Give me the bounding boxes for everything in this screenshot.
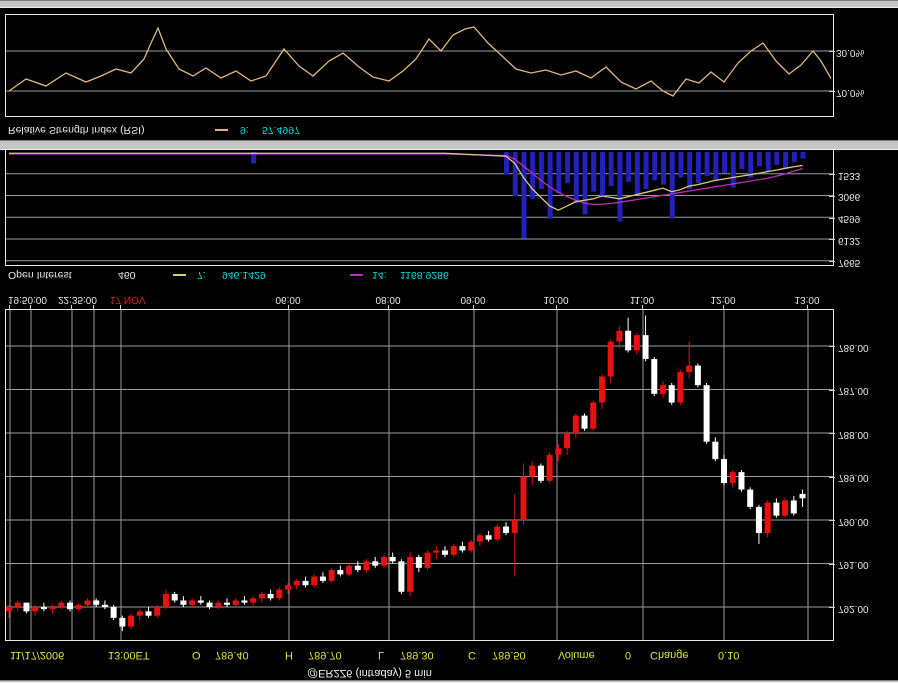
oi-ma14-value: 1168.9286 <box>400 269 449 281</box>
time-tick <box>30 305 31 310</box>
oi-axis-label: 1533 <box>838 169 861 181</box>
price-label: 789.00 <box>838 472 869 484</box>
rsi-panel[interactable] <box>5 14 834 117</box>
price-tick-icon <box>829 564 835 565</box>
time-label: 19:50:00 <box>8 294 47 305</box>
time-label: 13:00 <box>794 294 820 305</box>
open-interest-panel[interactable] <box>5 149 834 266</box>
time-tick <box>642 305 643 310</box>
quote-close-label: C <box>468 649 476 661</box>
price-tick-icon <box>829 433 835 435</box>
title-row: @ER2Z6 (intraday) 5 min <box>0 663 898 679</box>
panel-separator[interactable] <box>0 140 898 150</box>
price-label: 792.00 <box>838 603 869 614</box>
time-label: 11:00 <box>629 294 655 305</box>
oi-tick-icon <box>829 217 835 219</box>
price-tick-icon <box>829 346 835 348</box>
time-tick <box>388 305 389 310</box>
quote-change: 0.10 <box>718 649 740 661</box>
window-edge-strip-bottom <box>0 0 898 8</box>
oi-axis-label: 4599 <box>838 213 861 225</box>
rsi-value: 57.4997 <box>262 124 300 136</box>
quote-volume-label: Volume <box>558 649 595 661</box>
quote-low: 789.30 <box>400 649 434 661</box>
oi-header: Open Interest 460 7: 946.1429 14: 1168.9… <box>0 267 898 282</box>
oi-tick-icon <box>829 261 835 263</box>
time-tick <box>473 305 474 310</box>
oi-current: 460 <box>118 269 136 281</box>
time-tick <box>71 305 72 310</box>
time-label: 12:00 <box>710 294 736 305</box>
rsi-tick-icon <box>829 91 835 93</box>
price-tick-icon <box>829 390 835 391</box>
quote-high-label: H <box>285 649 293 661</box>
rsi-tick-icon <box>829 51 835 53</box>
price-label: 788.00 <box>838 429 869 440</box>
quote-close: 789.50 <box>492 649 526 661</box>
rsi-param: 9: <box>240 124 249 136</box>
quote-date: 11/17/2006 <box>10 649 65 661</box>
oi-axis-label: 3066 <box>838 191 861 203</box>
oi-ma14-legend-dash-icon <box>350 274 363 276</box>
time-tick <box>93 305 94 310</box>
price-label: 786.00 <box>838 342 869 353</box>
candlestick-chart[interactable] <box>6 310 833 640</box>
time-tick <box>556 305 557 310</box>
mirrored-chart-surface: @ER2Z6 (intraday) 5 min 11/17/2006 13:00… <box>0 0 898 683</box>
oi-tick-icon <box>829 196 835 197</box>
oi-axis-label: 7665 <box>838 256 861 268</box>
price-tick-icon <box>829 607 835 609</box>
chart-window: @ER2Z6 (intraday) 5 min 11/17/2006 13:00… <box>0 0 898 683</box>
oi-tick-icon <box>829 239 835 241</box>
quote-change-label: Change <box>650 649 689 661</box>
time-label: 06:00 <box>275 294 301 305</box>
oi-ma7-param: 7: <box>197 269 206 281</box>
rsi-header: Relative Strength Index (RSI) 9: 57.4997 <box>0 122 898 137</box>
oi-ma14-param: 14: <box>372 269 387 281</box>
rsi-legend-dash-icon <box>215 129 228 131</box>
oi-name: Open Interest <box>8 269 72 281</box>
price-label: 791.00 <box>838 559 869 571</box>
quote-high: 789.70 <box>308 649 342 661</box>
time-label: 10:00 <box>543 294 569 305</box>
time-tick <box>723 305 724 310</box>
rsi-name: Relative Strength Index (RSI) <box>8 124 145 136</box>
rsi-chart[interactable] <box>6 15 833 116</box>
price-tick-icon <box>829 520 835 522</box>
quote-time: 13:00ET <box>108 649 150 661</box>
chart-title: @ER2Z6 (intraday) 5 min <box>307 667 432 679</box>
oi-ma7-value: 946.1429 <box>222 269 266 281</box>
quote-line: 11/17/2006 13:00ET O 789.40 H 789.70 L 7… <box>0 643 898 661</box>
time-tick <box>9 305 10 310</box>
price-tick-icon <box>829 477 835 478</box>
time-tick <box>807 305 808 310</box>
price-chart-panel[interactable] <box>5 309 834 641</box>
oi-tick-icon <box>829 174 835 176</box>
rsi-axis-label: 70.0% <box>836 87 865 98</box>
time-label: 22:35:00 <box>58 294 97 305</box>
price-label: 787.00 <box>838 385 869 397</box>
quote-open: 789.40 <box>215 649 249 661</box>
time-label: 08:00 <box>375 294 401 305</box>
oi-ma7-legend-dash-icon <box>173 274 186 276</box>
quote-volume: 0 <box>625 649 632 661</box>
rsi-axis-label: 30.0% <box>836 47 865 58</box>
quote-low-label: L <box>378 649 385 661</box>
time-tick <box>288 305 289 310</box>
candles <box>6 315 806 631</box>
oi-axis-label: 6132 <box>838 235 861 246</box>
price-label: 790.00 <box>838 516 869 527</box>
time-label: 09:00 <box>460 294 486 305</box>
time-tick <box>120 305 121 310</box>
open-interest-chart[interactable] <box>6 150 833 265</box>
quote-open-label: O <box>192 649 201 661</box>
time-label: 17 NOV <box>110 294 146 305</box>
